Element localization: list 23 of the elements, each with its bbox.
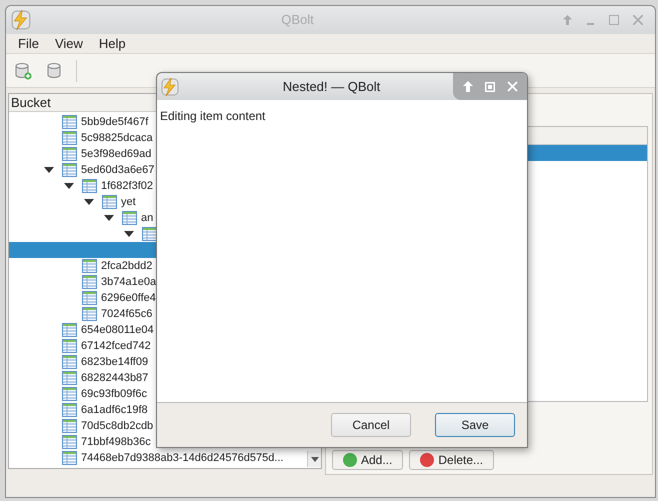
tree-item-label: 68282443b87 <box>81 370 148 386</box>
tree-item-label: 6823be14ff09 <box>81 354 148 370</box>
tree-item-label: 67142fced742 <box>81 338 151 354</box>
tree-item-label: 74468eb7d9388ab3-14d6d24576d575d... <box>81 450 284 466</box>
tree-item-label: 7024f65c6 <box>101 306 152 322</box>
tree-item-label: 71bbf498b36c <box>81 434 151 450</box>
tree-item-label: 70d5c8db2cdb <box>81 418 154 434</box>
tree-item-label: 5ed60d3a6e67 <box>81 162 154 178</box>
tree-item-label: 69c93fb09f6c <box>81 386 148 402</box>
tree-item-label: 1f682f3f02 <box>101 178 153 194</box>
tree-item-label: 5c98825dcaca <box>81 130 153 146</box>
tree-item-label: an <box>141 210 154 226</box>
tree-item-label: 654e08011e04 <box>81 322 154 338</box>
tree-item-label: yet <box>121 194 136 210</box>
tree-item-label: 6a1adf6c19f8 <box>81 402 148 418</box>
dialog-title: Nested! — QBolt <box>282 78 382 96</box>
tree-item-label: 5bb9de5f467f <box>81 114 148 130</box>
dialog-label: Editing item content <box>160 109 266 123</box>
tree-item-label: 6296e0ffe4 <box>101 290 156 306</box>
tree-item-label: 5e3f98ed69ad <box>81 146 152 162</box>
tree-item-label: 2fca2bdd2 <box>101 258 152 274</box>
tree-item-label: 3b74a1e0a <box>101 274 156 290</box>
window-title: QBolt <box>280 11 315 30</box>
